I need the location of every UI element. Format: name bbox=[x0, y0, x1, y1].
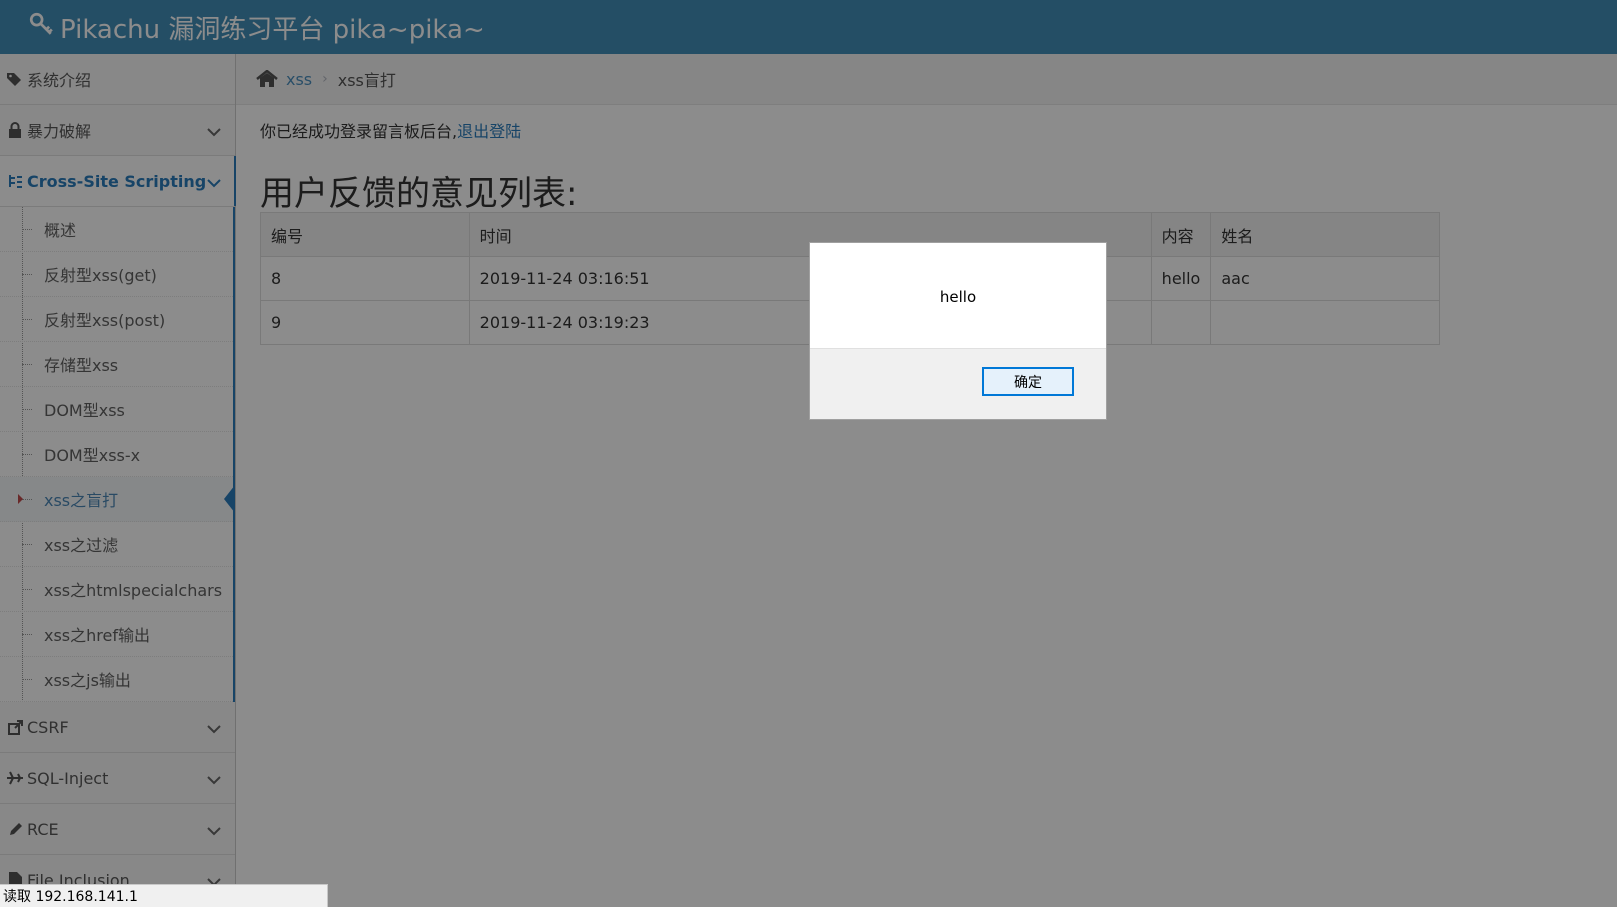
alert-message: hello bbox=[939, 287, 977, 306]
alert-dialog: hello 确定 bbox=[809, 242, 1107, 420]
ok-button[interactable]: 确定 bbox=[982, 367, 1074, 396]
browser-status-bar: 读取 192.168.141.1 bbox=[0, 884, 328, 907]
modal-overlay bbox=[0, 0, 1617, 907]
alert-footer: 确定 bbox=[810, 348, 1106, 419]
